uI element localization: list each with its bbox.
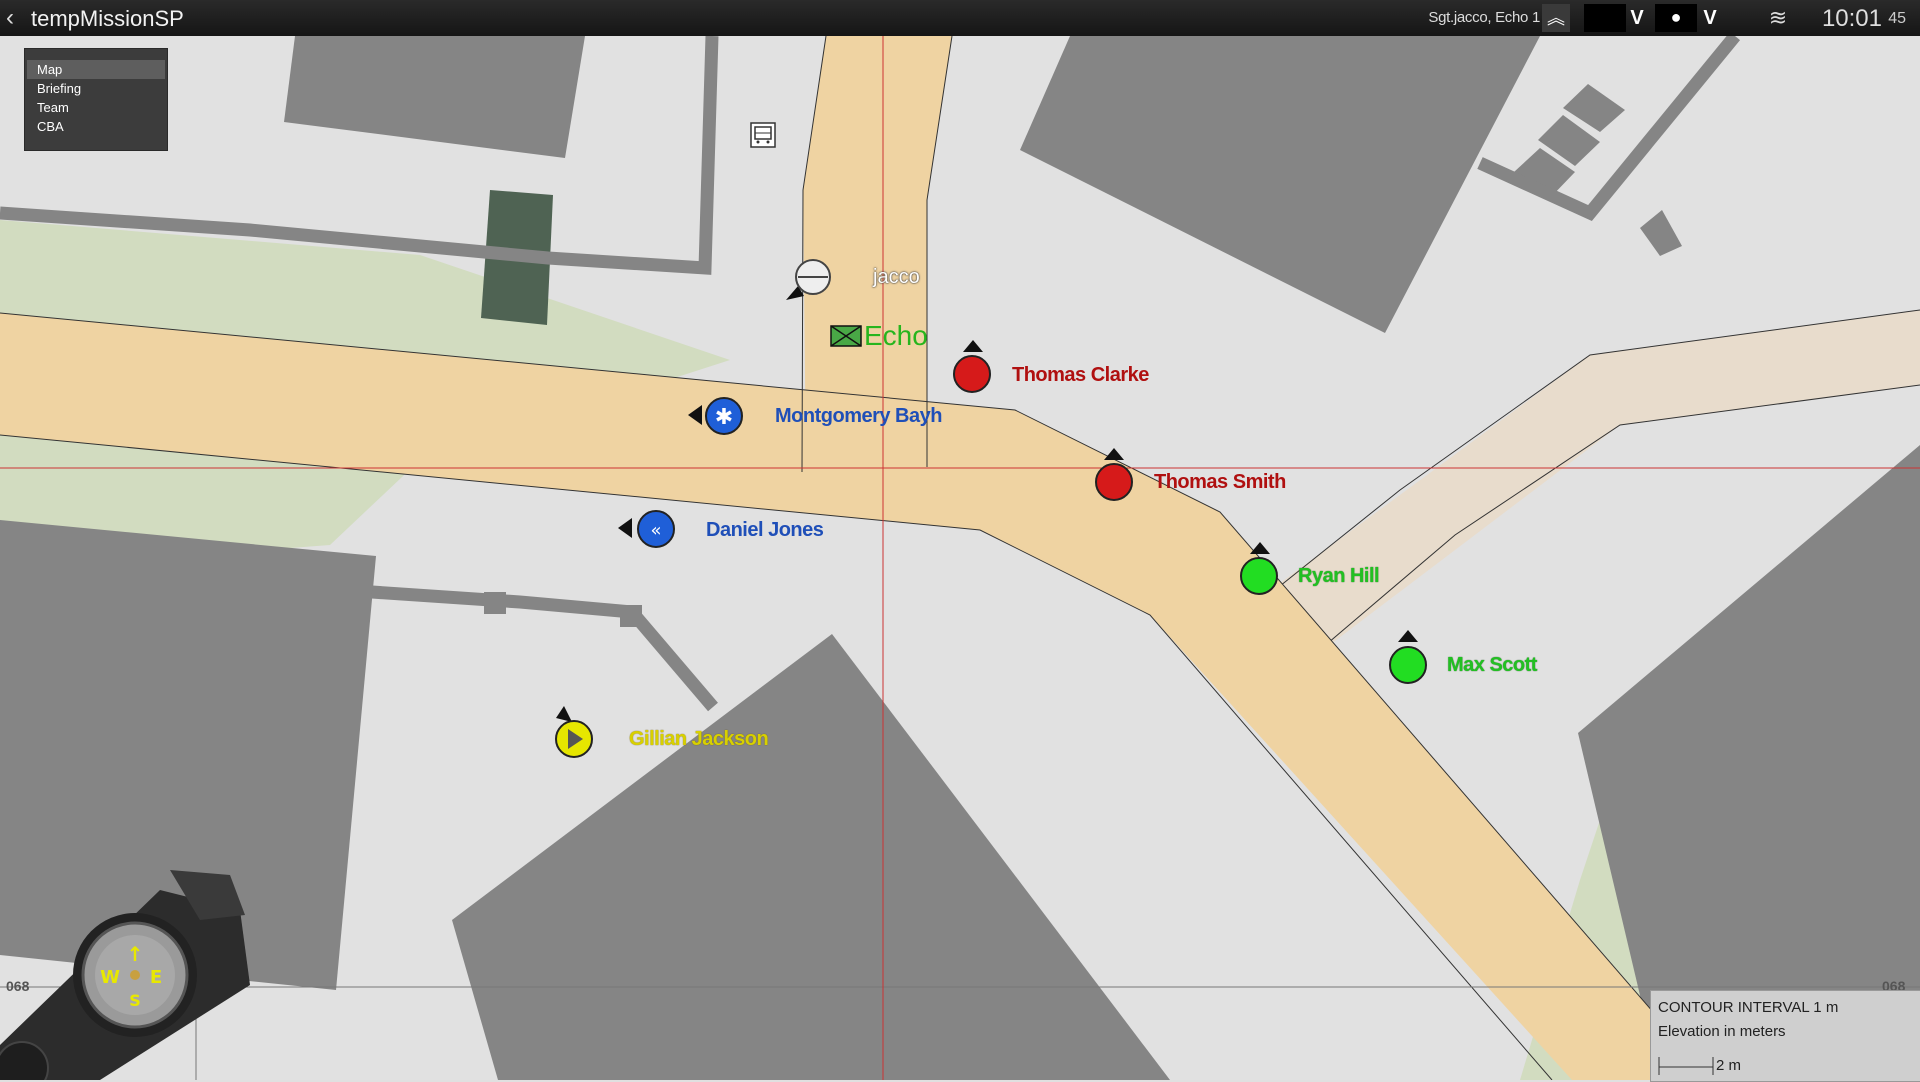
scale-bar [1658, 1057, 1714, 1075]
svg-text:✱: ✱ [715, 405, 733, 430]
player-label: jacco [873, 266, 920, 288]
chevron-down-icon[interactable]: V [1626, 5, 1648, 31]
menu-item-cba[interactable]: CBA [27, 117, 165, 136]
map-canvas[interactable]: ✱ « ↑ W E S [0, 0, 1920, 1080]
top-bar: ‹ tempMissionSP Sgt.jacco, Echo 1 ︽ V ● … [0, 0, 1920, 36]
svg-text:«: « [650, 520, 661, 541]
marker-color-select[interactable] [1584, 4, 1626, 32]
svg-text:E: E [150, 967, 162, 988]
svg-text:S: S [129, 991, 141, 1010]
marker-shape-select[interactable]: ● [1655, 4, 1697, 32]
menu-item-team[interactable]: Team [27, 98, 165, 117]
svg-text:↑: ↑ [127, 942, 144, 966]
map-legend: CONTOUR INTERVAL 1 m Elevation in meters… [1650, 990, 1920, 1082]
unit-label: Thomas Clarke [1012, 364, 1149, 386]
clock-seconds: 45 [1888, 10, 1906, 27]
group-marker-icon[interactable] [830, 325, 862, 347]
unit-label: Montgomery Bayh [775, 405, 942, 427]
chevron-down-icon[interactable]: V [1699, 5, 1721, 31]
svg-text:W: W [100, 967, 120, 988]
unit-label: Gillian Jackson [629, 728, 769, 750]
menu-item-briefing[interactable]: Briefing [27, 79, 165, 98]
unit-label: Daniel Jones [706, 519, 824, 541]
unit-label: Ryan Hill [1298, 565, 1380, 587]
scale-label: 2 m [1716, 1057, 1742, 1074]
unit-label: Thomas Smith [1154, 471, 1286, 493]
back-icon[interactable]: ‹ [6, 4, 14, 32]
contour-interval: CONTOUR INTERVAL 1 m [1658, 999, 1839, 1016]
rank-chevron-icon[interactable]: ︽ [1542, 4, 1570, 32]
menu-item-map[interactable]: Map [27, 60, 165, 79]
grid-label-left: 068 [6, 978, 30, 994]
elevation-note: Elevation in meters [1658, 1023, 1786, 1040]
unit-label: Max Scott [1447, 654, 1537, 676]
layers-icon[interactable]: ≋ [1763, 5, 1793, 31]
group-label: Echo [864, 320, 928, 351]
map-menu: Map Briefing Team CBA [24, 48, 168, 151]
clock-time: 10:01 [1821, 5, 1882, 32]
mission-title: tempMissionSP [31, 6, 184, 31]
player-info: Sgt.jacco, Echo 1 [1428, 9, 1540, 26]
bus-stop-icon [750, 122, 776, 148]
